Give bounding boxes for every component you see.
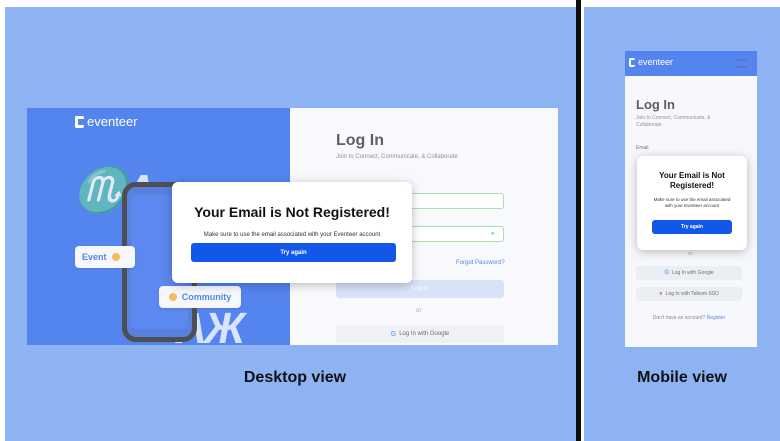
modal-message: Make sure to use the email associated wi… [653, 197, 731, 208]
mobile-caption: Mobile view [637, 369, 727, 386]
error-modal: Your Email is Not Registered! Make sure … [172, 182, 412, 283]
modal-message: Make sure to use the email associated wi… [203, 232, 381, 238]
desktop-screenshot: eventeer ♏Ʌ ɅЖ Event Community Log In Jo… [27, 108, 558, 345]
mobile-view-panel: eventeer Log In Join to Connect, Communi… [584, 7, 780, 441]
error-modal: Your Email is Not Registered! Make sure … [637, 156, 747, 250]
desktop-view-panel: eventeer ♏Ʌ ɅЖ Event Community Log In Jo… [5, 7, 576, 441]
try-again-button[interactable]: Try again [652, 220, 732, 234]
try-again-button[interactable]: Try again [191, 243, 396, 262]
modal-title: Your Email is Not Registered! [659, 171, 725, 190]
modal-title: Your Email is Not Registered! [194, 204, 390, 220]
view-divider [576, 0, 581, 441]
desktop-caption: Desktop view [243, 369, 347, 386]
mobile-screenshot: eventeer Log In Join to Connect, Communi… [625, 51, 757, 347]
